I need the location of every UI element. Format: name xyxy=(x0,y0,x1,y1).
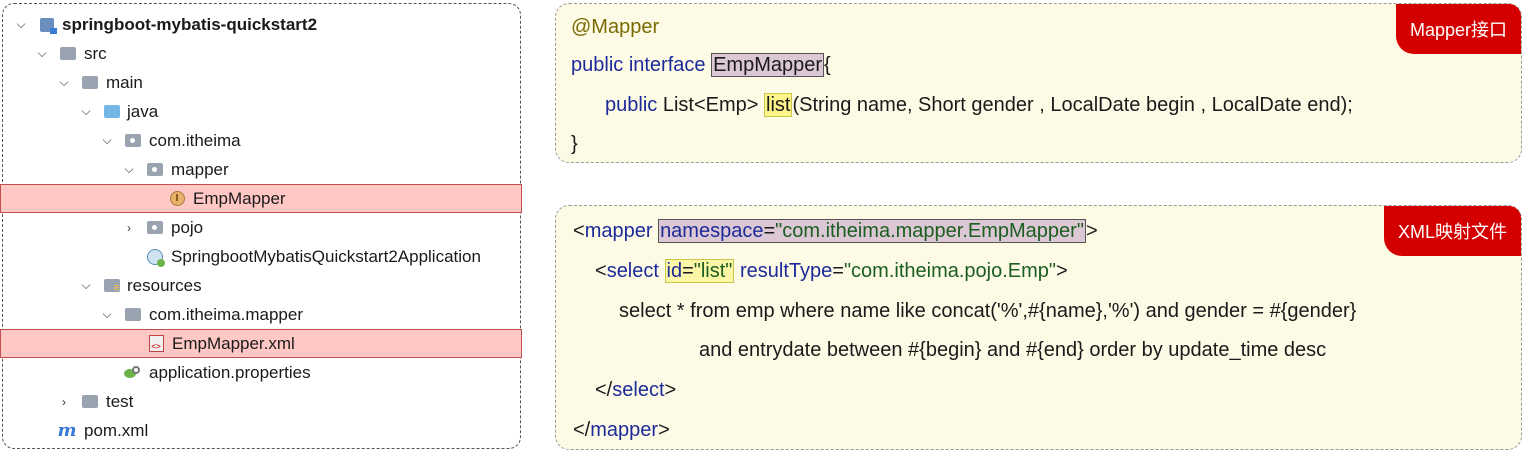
namespace-attr: namespace xyxy=(660,220,764,242)
tree-item-resources[interactable]: ⌵ resources xyxy=(0,271,521,300)
xml-select-close-line: </select> xyxy=(595,379,676,402)
tree-label-java: java xyxy=(127,101,159,121)
xml-file-icon: <> xyxy=(147,335,165,352)
tag-bracket: > xyxy=(658,419,670,441)
mapper-tag: mapper xyxy=(584,220,653,242)
select-id-highlight: id="list" xyxy=(664,259,735,283)
mapper-interface-badge: Mapper接口 xyxy=(1395,4,1521,54)
tree-label-empmapper: EmpMapper xyxy=(193,188,286,208)
mapper-annotation: @Mapper xyxy=(571,16,660,38)
module-icon xyxy=(38,17,57,34)
tree-item-pojo[interactable]: › pojo xyxy=(0,213,521,242)
attr-equals: = xyxy=(832,260,844,282)
open-brace: { xyxy=(824,54,831,76)
tree-label-app-class: SpringbootMybatisQuickstart2Application xyxy=(171,246,481,266)
package-icon xyxy=(146,220,164,236)
tree-label-pojo: pojo xyxy=(171,217,204,237)
chevron-down-icon[interactable]: ⌵ xyxy=(122,162,136,177)
tree-item-app-class[interactable]: SpringbootMybatisQuickstart2Application xyxy=(0,242,521,271)
select-close-tag: select xyxy=(612,379,665,401)
tree-item-project[interactable]: ⌵ springboot-mybatis-quickstart2 xyxy=(0,10,521,39)
tree-item-main[interactable]: ⌵ main xyxy=(0,68,521,97)
folder-icon xyxy=(124,307,142,323)
sql-line-1: select * from emp where name like concat… xyxy=(619,300,1357,322)
chevron-down-icon[interactable]: ⌵ xyxy=(35,46,49,61)
tag-bracket: > xyxy=(1056,260,1068,282)
package-icon xyxy=(146,162,164,178)
chevron-down-icon[interactable]: ⌵ xyxy=(57,75,71,90)
method-return-type: List<Emp> xyxy=(662,94,759,116)
chevron-right-icon[interactable]: › xyxy=(122,221,136,235)
xml-mapping-badge: XML映射文件 xyxy=(1383,206,1521,256)
xml-mapper-open-line: <mapper namespace="com.itheima.mapper.Em… xyxy=(573,219,1098,243)
tree-label-res-pkg: com.itheima.mapper xyxy=(149,304,304,324)
result-type-value: "com.itheima.pojo.Emp" xyxy=(843,260,1056,282)
tree-label-properties: application.properties xyxy=(149,362,311,382)
chevron-down-icon[interactable]: ⌵ xyxy=(100,307,114,322)
resources-folder-icon xyxy=(103,278,121,294)
result-type-attr: resultType xyxy=(739,260,833,282)
tag-bracket: > xyxy=(664,379,677,401)
tree-label-test: test xyxy=(106,391,134,411)
interface-declaration-line: public interface EmpMapper{ xyxy=(571,53,831,77)
attr-equals: = xyxy=(763,220,776,242)
tree-item-src[interactable]: ⌵ src xyxy=(0,39,521,68)
tag-bracket: < xyxy=(573,220,585,242)
tag-bracket: < xyxy=(595,260,607,282)
folder-icon xyxy=(81,75,99,91)
interface-icon: I xyxy=(168,191,186,207)
chevron-down-icon[interactable]: ⌵ xyxy=(79,104,93,119)
chevron-down-icon[interactable]: ⌵ xyxy=(100,133,114,148)
select-tag: select xyxy=(606,260,659,282)
tree-item-test[interactable]: › test xyxy=(0,387,521,416)
method-name-highlight: list xyxy=(764,93,793,117)
folder-icon xyxy=(81,394,99,410)
package-icon xyxy=(124,133,142,149)
tree-item-properties[interactable]: application.properties xyxy=(0,358,521,387)
interface-keyword: public interface xyxy=(571,54,706,76)
mapper-close-tag: mapper xyxy=(590,419,659,441)
interface-name-highlight: EmpMapper xyxy=(711,53,825,77)
tree-item-java[interactable]: ⌵ java xyxy=(0,97,521,126)
tree-label-main: main xyxy=(106,72,143,92)
tree-item-res-pkg[interactable]: ⌵ com.itheima.mapper xyxy=(0,300,521,329)
tree-label-pom: pom.xml xyxy=(84,420,149,440)
namespace-highlight: namespace="com.itheima.mapper.EmpMapper" xyxy=(658,219,1086,243)
xml-select-open-line: <select id="list" resultType="com.itheim… xyxy=(595,259,1068,283)
attr-equals: = xyxy=(682,260,694,282)
tree-item-mapper[interactable]: ⌵ mapper xyxy=(0,155,521,184)
tag-bracket: </ xyxy=(595,379,613,401)
tree-item-pom[interactable]: m pom.xml xyxy=(0,416,521,445)
tree-label-project: springboot-mybatis-quickstart2 xyxy=(62,14,318,34)
tree-label-mapper: mapper xyxy=(171,159,229,179)
tree-label-resources: resources xyxy=(127,275,202,295)
sql-line-2: and entrydate between #{begin} and #{end… xyxy=(699,339,1327,361)
close-brace: } xyxy=(571,133,578,155)
tree-item-empmapper[interactable]: I EmpMapper xyxy=(0,184,522,213)
chevron-down-icon[interactable]: ⌵ xyxy=(14,17,28,32)
id-attr: id xyxy=(666,260,683,282)
tree-item-empmapper-xml[interactable]: <> EmpMapper.xml xyxy=(0,329,522,358)
xml-mapping-panel: XML映射文件 <mapper namespace="com.itheima.m… xyxy=(555,205,1522,450)
tree-label-com-itheima: com.itheima xyxy=(149,130,241,150)
tree-item-com-itheima[interactable]: ⌵ com.itheima xyxy=(0,126,521,155)
tag-bracket: > xyxy=(1085,220,1098,242)
spring-boot-class-icon xyxy=(146,248,165,267)
method-public-keyword: public xyxy=(605,94,658,116)
id-value: "list" xyxy=(693,260,733,282)
method-params: (String name, Short gender , LocalDate b… xyxy=(792,94,1353,116)
tree-label-empmapper-xml: EmpMapper.xml xyxy=(172,333,295,353)
xml-mapper-close-line: </mapper> xyxy=(573,419,670,442)
maven-icon: m xyxy=(57,420,77,441)
method-signature-line: public List<Emp> list (String name, Short… xyxy=(605,93,1353,117)
tree-label-src: src xyxy=(84,43,107,63)
tag-bracket: </ xyxy=(573,419,591,441)
chevron-down-icon[interactable]: ⌵ xyxy=(79,278,93,293)
chevron-right-icon[interactable]: › xyxy=(57,395,71,409)
mapper-interface-panel: Mapper接口 @Mapper public interface EmpMap… xyxy=(555,3,1522,163)
source-folder-icon xyxy=(103,104,121,120)
properties-file-icon xyxy=(124,365,142,381)
folder-icon xyxy=(59,46,77,62)
namespace-value: "com.itheima.mapper.EmpMapper" xyxy=(775,220,1084,242)
